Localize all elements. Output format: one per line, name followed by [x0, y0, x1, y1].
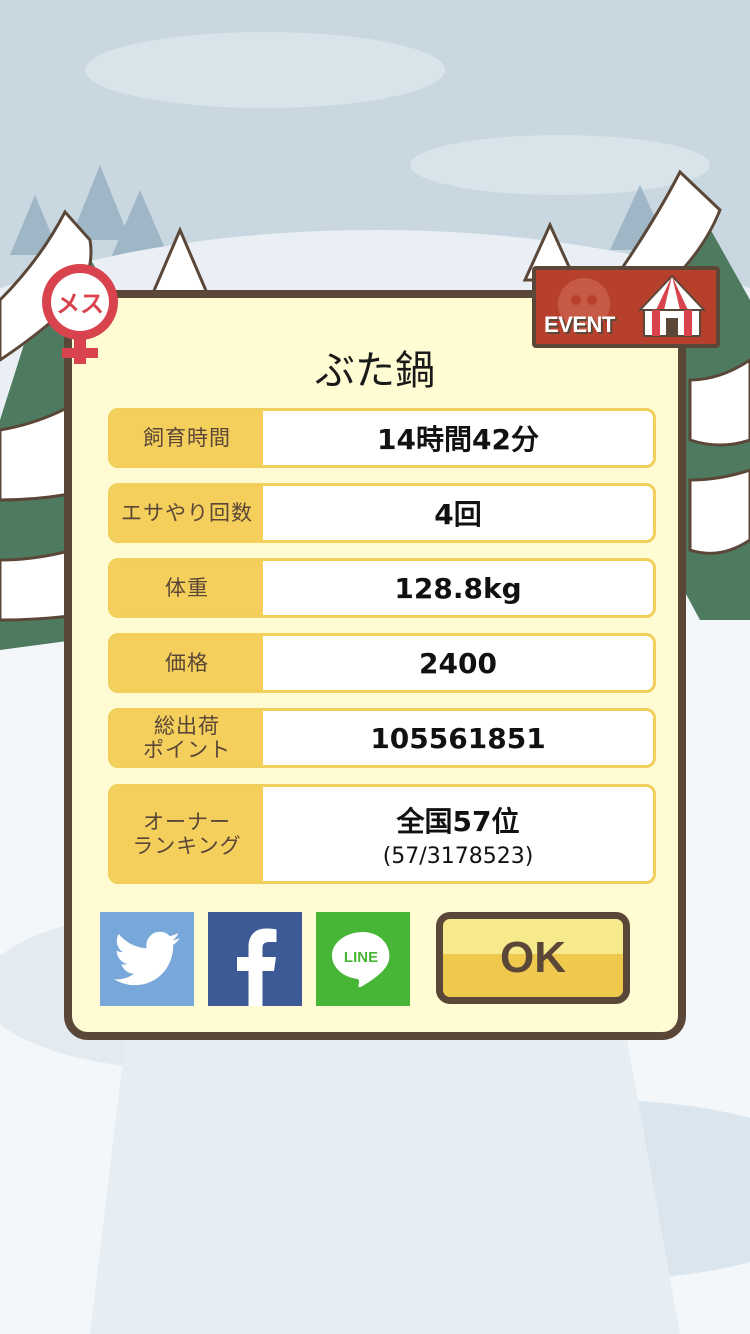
stat-value: 2400 [263, 636, 653, 690]
stat-row-price: 価格 2400 [108, 633, 656, 693]
line-share-button[interactable]: LINE [316, 912, 410, 1006]
stat-value: 14時間42分 [263, 411, 653, 465]
stat-row-raising-time: 飼育時間 14時間42分 [108, 408, 656, 468]
stat-label: 飼育時間 [111, 411, 263, 465]
ok-button[interactable]: OK [436, 912, 630, 1004]
stat-row-feed-count: エサやり回数 4回 [108, 483, 656, 543]
line-icon: LINE [332, 932, 390, 988]
female-symbol-icon: メス [42, 264, 118, 364]
stat-value-text: 2400 [419, 646, 497, 680]
facebook-share-button[interactable] [208, 912, 302, 1006]
facebook-f-icon [237, 928, 277, 1006]
stat-value-text: 4回 [434, 498, 482, 531]
female-gender-badge: メス [36, 262, 124, 366]
stat-value: 4回 [263, 486, 653, 540]
gender-text: メス [56, 290, 104, 318]
twitter-bird-icon [114, 931, 180, 986]
stat-label: エサやり回数 [111, 486, 263, 540]
stat-value-text: 128.8kg [394, 571, 522, 605]
stat-value-text: 105561851 [370, 721, 546, 755]
event-badge: EVENT [532, 266, 720, 348]
line-icon-text: LINE [344, 949, 378, 966]
stat-value-text: 14時間42分 [377, 423, 539, 456]
ranking-detail: (57/3178523) [382, 843, 534, 869]
stat-value: 105561851 [263, 711, 653, 765]
stat-label: オーナー ランキング [111, 787, 263, 881]
event-label: EVENT [544, 312, 615, 337]
stat-row-weight: 体重 128.8kg [108, 558, 656, 618]
pig-result-dialog: ぶた鍋 飼育時間 14時間42分 エサやり回数 4回 体重 128.8kg 価格… [64, 290, 686, 1040]
stat-value: 128.8kg [263, 561, 653, 615]
stat-label: 体重 [111, 561, 263, 615]
stat-label: 総出荷 ポイント [111, 711, 263, 765]
ranking-value: 全国57位 [396, 804, 520, 838]
twitter-share-button[interactable] [100, 912, 194, 1006]
stat-label: 価格 [111, 636, 263, 690]
stat-row-owner-ranking: オーナー ランキング 全国57位 (57/3178523) [108, 784, 656, 884]
stat-value: 全国57位 (57/3178523) [263, 787, 653, 881]
stat-row-shipping-points: 総出荷 ポイント 105561851 [108, 708, 656, 768]
